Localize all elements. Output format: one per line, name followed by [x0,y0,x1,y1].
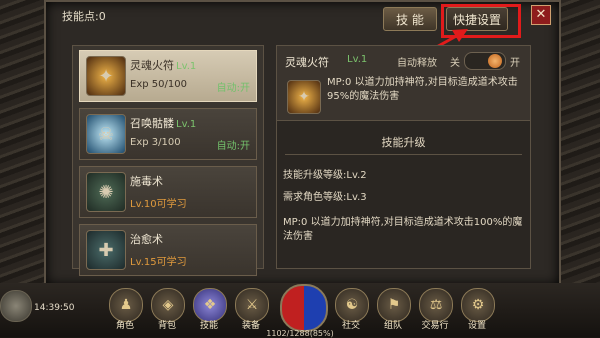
skill-auto-status: 自动:开 [216,141,250,152]
skill-detail-panel: 灵魂火符 Lv.1 自动释放 关 开 ✦ MP:0 以道力加持神符,对目标造成道… [276,45,531,269]
fire-talisman-icon: ✦ [287,80,321,114]
character-icon: ♟ [109,288,143,322]
skill-item-poison[interactable]: ✺ 施毒术 Lv.10可学习 [79,166,257,218]
menu-bag[interactable]: ◈ 背包 [148,288,186,334]
fire-talisman-icon: ✦ [86,56,126,96]
auto-release-label: 自动释放 [397,58,437,69]
avatar[interactable] [0,290,32,322]
skill-exp: Exp 3/100 [130,137,181,148]
hp-mp-orb [280,284,328,332]
skill-item-heal[interactable]: ✚ 治愈术 Lv.15可学习 [79,224,257,276]
skull-icon: ☠ [86,114,126,154]
skill-exp: Exp 50/100 [130,79,187,90]
menu-social[interactable]: ☯ 社交 [332,288,370,334]
auto-release-toggle[interactable] [464,52,506,70]
equipment-icon: ⚔ [235,288,269,322]
required-level: 需求角色等级:Lv.3 [283,192,367,203]
menu-settings[interactable]: ⚙ 设置 [458,288,496,334]
settings-icon: ⚙ [461,288,495,322]
skill-item-summon-skeleton[interactable]: ☠ 召唤骷髅 Lv.1 Exp 3/100 自动:开 [79,108,257,160]
menu-team[interactable]: ⚑ 组队 [374,288,412,334]
toggle-on-label: 开 [510,58,520,69]
team-icon: ⚑ [377,288,411,322]
detail-skill-name: 灵魂火符 [285,56,329,69]
menu-character[interactable]: ♟ 角色 [106,288,144,334]
bag-icon: ◈ [151,288,185,322]
skill-name: 灵魂火符 Lv.1 [130,59,197,72]
skill-list: ✦ 灵魂火符 Lv.1 Exp 50/100 自动:开 ☠ 召唤骷髅 Lv.1 Ex… [72,45,264,276]
skill-name: 召唤骷髅 Lv.1 [130,117,197,130]
skill-description: MP:0 以道力加持神符,对目标造成道术攻击95%的魔法伤害 [327,77,518,102]
skill-item-soul-talisman[interactable]: ✦ 灵魂火符 Lv.1 Exp 50/100 自动:开 [79,50,257,102]
clock: 14:39:50 [34,303,75,313]
skill-auto-status: 自动:开 [216,83,250,94]
menu-trade[interactable]: ⚖ 交易行 [416,288,454,334]
upgrade-level: 技能升级等级:Lv.2 [283,170,367,181]
menu-skill[interactable]: ❖ 技能 [190,288,228,334]
toggle-off-label: 关 [450,58,460,69]
upgrade-section-title: 技能升级 [285,134,522,155]
heal-icon: ✚ [86,230,126,270]
trade-icon: ⚖ [419,288,453,322]
skill-name: 施毒术 [130,175,163,188]
skill-learn-level: Lv.15可学习 [130,257,187,268]
poison-icon: ✺ [86,172,126,212]
toggle-knob [488,54,502,68]
menu-equipment[interactable]: ⚔ 装备 [232,288,270,334]
social-icon: ☯ [335,288,369,322]
detail-skill-level: Lv.1 [347,54,368,65]
skill-book-icon: ❖ [193,288,227,322]
skill-detail-header: 灵魂火符 Lv.1 自动释放 关 开 ✦ MP:0 以道力加持神符,对目标造成道… [277,46,530,121]
skill-name: 治愈术 [130,233,163,246]
skill-learn-level: Lv.10可学习 [130,199,187,210]
upgrade-description: MP:0 以道力加持神符,对目标造成道术攻击100%的魔法伤害 [283,217,523,242]
